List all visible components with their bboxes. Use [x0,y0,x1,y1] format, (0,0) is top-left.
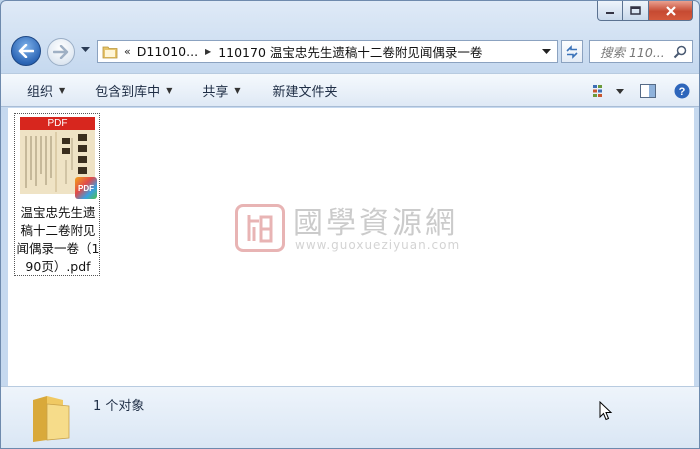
new-folder-label: 新建文件夹 [272,84,338,100]
search-input[interactable]: 搜索 110... [589,40,693,63]
arrow-right-icon [53,45,69,59]
pdf-thumb-label: PDF [20,117,95,130]
minimize-button[interactable] [597,1,623,21]
share-menu[interactable]: 共享 ▼ [192,78,250,102]
forward-button[interactable] [47,38,75,66]
help-icon: ? [674,83,690,99]
view-grid-icon [593,85,602,97]
share-label: 共享 [202,84,229,100]
address-segment-current[interactable]: 110170 温宝忠先生遗稿十二卷附见闻偶录一卷 [218,42,482,61]
command-bar: 组织 ▼ 包含到库中 ▼ 共享 ▼ 新建文件夹 ? [1,73,699,107]
change-view-button[interactable] [587,79,613,103]
dropdown-arrow-icon: ▼ [166,85,173,95]
address-bar[interactable]: « D11010... ▶ 110170 温宝忠先生遗稿十二卷附见闻偶录一卷 [97,40,558,63]
refresh-button[interactable] [561,40,583,63]
pdf-badge-icon: PDF [75,177,97,199]
search-placeholder: 搜索 110... [600,45,665,60]
breadcrumb-arrow-icon[interactable]: ▶ [205,47,211,56]
preview-pane-button[interactable] [635,79,661,103]
file-item-pdf[interactable]: PDF PDF 温宝忠先生遗稿十二卷附见闻偶录一卷（190页）.pdf [14,113,100,276]
back-button[interactable] [11,36,41,66]
maximize-icon [630,6,641,15]
close-icon [665,5,676,16]
search-icon[interactable] [673,45,687,59]
dropdown-arrow-icon: ▼ [234,85,241,95]
include-in-library-menu[interactable]: 包含到库中 ▼ [85,78,182,102]
address-segment-parent[interactable]: D11010... [137,44,198,59]
arrow-left-icon [18,44,34,58]
explorer-window: « D11010... ▶ 110170 温宝忠先生遗稿十二卷附见闻偶录一卷 搜… [0,0,700,449]
new-folder-button[interactable]: 新建文件夹 [263,78,348,102]
close-button[interactable] [649,1,693,21]
view-controls: ? [587,79,695,103]
navigation-bar: « D11010... ▶ 110170 温宝忠先生遗稿十二卷附见闻偶录一卷 搜… [1,35,699,67]
file-name-label[interactable]: 温宝忠先生遗稿十二卷附见闻偶录一卷（190页）.pdf [15,204,101,276]
caption-buttons [597,1,693,21]
maximize-button[interactable] [623,1,649,21]
preview-pane-icon [640,84,656,98]
include-in-library-label: 包含到库中 [95,84,161,100]
item-count: 1 个对象 [93,399,145,414]
dropdown-arrow-icon [616,88,624,94]
folder-large-icon [33,396,70,442]
address-history-dropdown-icon[interactable] [542,49,551,55]
mouse-cursor-icon [599,401,613,421]
watermark-title: 國學資源網 [293,206,458,241]
organize-label: 组织 [27,84,54,100]
watermark-seal-icon [235,204,285,252]
organize-menu[interactable]: 组织 ▼ [17,78,75,102]
svg-text:?: ? [679,86,686,98]
refresh-icon [566,44,578,59]
pdf-thumbnail: PDF PDF [20,117,97,199]
watermark-url: www.guoxueziyuan.com [295,238,461,252]
help-button[interactable]: ? [669,79,695,103]
watermark: 國學資源網 www.guoxueziyuan.com [235,196,475,258]
minimize-icon [606,11,614,14]
details-pane: 1 个对象 [1,386,699,448]
folder-icon [102,46,118,58]
address-overflow-chevron[interactable]: « [124,45,131,58]
view-options-dropdown[interactable] [613,79,627,103]
dropdown-arrow-icon: ▼ [59,85,66,95]
file-list[interactable]: PDF PDF 温宝忠先生遗稿十二卷附见闻偶录一卷（190页）.pdf 國學資源… [8,108,694,386]
recent-pages-dropdown-icon[interactable] [81,47,90,53]
